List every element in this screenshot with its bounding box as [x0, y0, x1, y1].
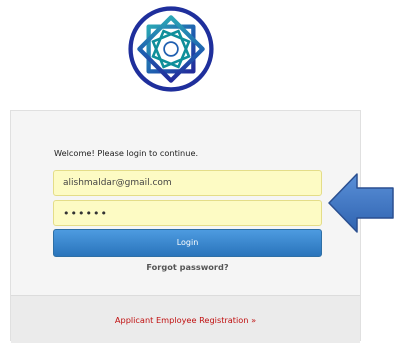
pointer-arrow-icon: [328, 173, 394, 233]
welcome-text: Welcome! Please login to continue.: [54, 148, 199, 158]
login-button[interactable]: Login: [53, 229, 322, 257]
password-field[interactable]: [53, 200, 322, 226]
email-field[interactable]: [53, 170, 322, 196]
login-card: Welcome! Please login to continue. Login…: [10, 110, 361, 343]
card-footer: Applicant Employee Registration »: [11, 295, 360, 343]
applicant-registration-link[interactable]: Applicant Employee Registration »: [11, 315, 360, 325]
forgot-password-link[interactable]: Forgot password?: [53, 262, 322, 272]
logo-emblem-icon: [128, 6, 214, 92]
